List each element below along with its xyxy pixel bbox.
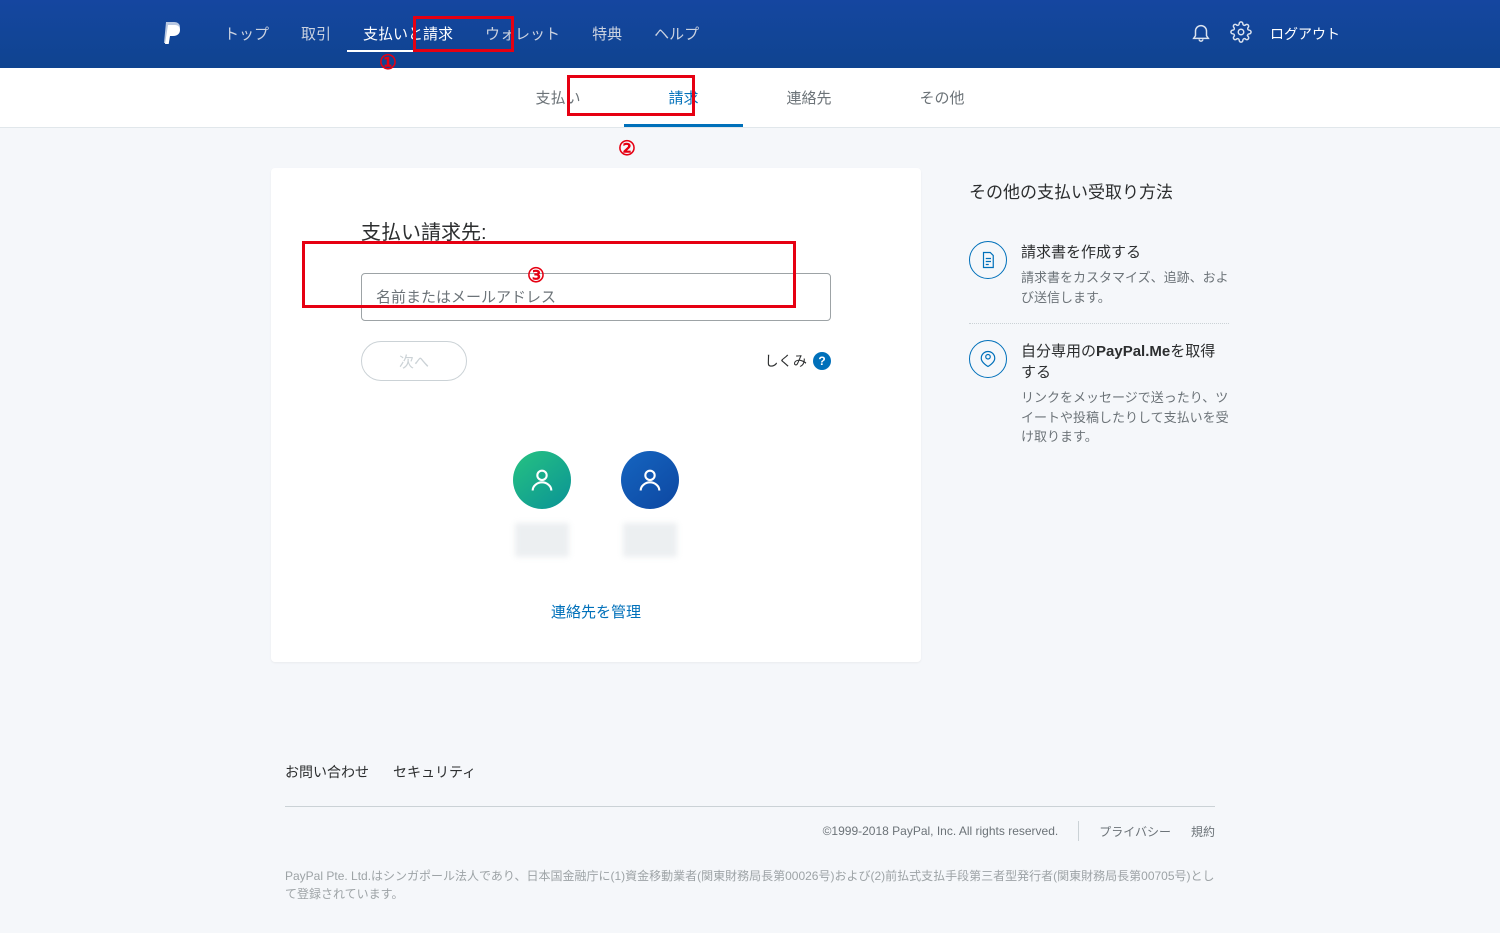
- main-header: トップ 取引 支払いと請求 ウォレット 特典 ヘルプ ログアウト: [0, 0, 1500, 68]
- notifications-icon[interactable]: [1190, 21, 1212, 48]
- avatar-icon: [513, 451, 571, 509]
- recipient-input[interactable]: [361, 273, 831, 321]
- contact-item[interactable]: [513, 451, 571, 557]
- footer-security-link[interactable]: セキュリティ: [393, 762, 476, 782]
- side-create-invoice[interactable]: 請求書を作成する 請求書をカスタマイズ、追跡、および送信します。: [969, 225, 1229, 324]
- next-button[interactable]: 次へ: [361, 341, 467, 381]
- paypal-logo-icon[interactable]: [160, 20, 184, 48]
- footer-contact-link[interactable]: お問い合わせ: [285, 762, 369, 782]
- footer: お問い合わせ セキュリティ ©1999-2018 PayPal, Inc. Al…: [0, 722, 1500, 933]
- avatar-icon: [621, 451, 679, 509]
- side-paypalme[interactable]: 自分専用のPayPal.Meを取得する リンクをメッセージで送ったり、ツイートや…: [969, 324, 1229, 463]
- nav-activity[interactable]: 取引: [285, 17, 347, 52]
- subnav-more[interactable]: その他: [876, 69, 1009, 127]
- request-money-card: 支払い請求先: 次へ しくみ ?: [271, 168, 921, 662]
- main-nav: トップ 取引 支払いと請求 ウォレット 特典 ヘルプ: [208, 17, 715, 52]
- paypalme-icon: [969, 340, 1007, 378]
- card-title: 支払い請求先:: [361, 216, 831, 245]
- footer-terms-link[interactable]: 規約: [1191, 823, 1215, 840]
- footer-legal-note: PayPal Pte. Ltd.はシンガポール法人であり、日本国金融庁に(1)資…: [285, 867, 1215, 903]
- side-item-desc: 請求書をカスタマイズ、追跡、および送信します。: [1021, 268, 1229, 307]
- manage-contacts-link[interactable]: 連絡先を管理: [271, 601, 921, 622]
- recent-contacts: [271, 451, 921, 557]
- nav-send-request[interactable]: 支払いと請求: [347, 17, 469, 52]
- settings-gear-icon[interactable]: [1230, 21, 1252, 48]
- side-item-desc: リンクをメッセージで送ったり、ツイートや投稿したりして支払いを受け取ります。: [1021, 388, 1229, 447]
- invoice-icon: [969, 241, 1007, 279]
- nav-top[interactable]: トップ: [208, 17, 285, 52]
- how-it-works-label: しくみ: [764, 351, 807, 371]
- contact-item[interactable]: [621, 451, 679, 557]
- side-item-title: 自分専用のPayPal.Meを取得する: [1021, 340, 1229, 382]
- side-item-title: 請求書を作成する: [1021, 241, 1229, 262]
- nav-wallet[interactable]: ウォレット: [469, 17, 576, 52]
- contact-name-blurred: [515, 523, 569, 557]
- subnav-request[interactable]: 請求: [624, 69, 742, 127]
- nav-help[interactable]: ヘルプ: [638, 17, 715, 52]
- contact-name-blurred: [623, 523, 677, 557]
- side-panel: その他の支払い受取り方法 請求書を作成する 請求書をカスタマイズ、追跡、および送…: [969, 168, 1229, 662]
- nav-offers[interactable]: 特典: [576, 17, 638, 52]
- footer-divider: [285, 806, 1215, 807]
- help-question-icon: ?: [813, 352, 831, 370]
- subnav-contacts[interactable]: 連絡先: [743, 69, 876, 127]
- logout-link[interactable]: ログアウト: [1270, 24, 1340, 44]
- sub-nav: 支払い 請求 連絡先 その他: [0, 68, 1500, 128]
- how-it-works-link[interactable]: しくみ ?: [764, 351, 831, 371]
- copyright: ©1999-2018 PayPal, Inc. All rights reser…: [823, 824, 1059, 838]
- footer-privacy-link[interactable]: プライバシー: [1099, 823, 1171, 840]
- subnav-send[interactable]: 支払い: [491, 69, 624, 127]
- side-title: その他の支払い受取り方法: [969, 178, 1229, 203]
